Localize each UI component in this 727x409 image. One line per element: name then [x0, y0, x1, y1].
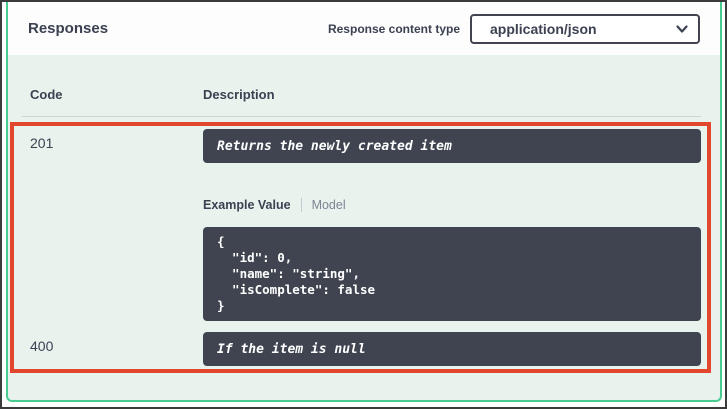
responses-rows: 201 Returns the newly created item Examp…	[22, 129, 701, 366]
responses-table-head: Code Description	[22, 55, 701, 117]
response-row-400: 400 If the item is null	[30, 332, 701, 366]
responses-title: Responses	[28, 20, 108, 37]
response-code-201: 201	[30, 129, 203, 321]
response-400-details: If the item is null	[203, 332, 701, 366]
responses-header: Responses Response content type applicat…	[8, 2, 720, 55]
responses-body: Code Description 201 Returns the newly c…	[8, 55, 720, 366]
response-code-400: 400	[30, 332, 203, 366]
tab-separator	[301, 198, 302, 212]
response-400-description-box: If the item is null	[203, 332, 701, 366]
responses-panel: Responses Response content type applicat…	[6, 2, 722, 402]
response-400-description: If the item is null	[217, 342, 366, 357]
code-column-header: Code	[30, 87, 203, 102]
example-json: { "id": 0, "name": "string", "isComplete…	[217, 234, 687, 314]
tab-model[interactable]: Model	[312, 198, 346, 212]
swagger-responses-screenshot: Responses Response content type applicat…	[0, 0, 727, 409]
tab-example-value[interactable]: Example Value	[203, 198, 291, 212]
response-201-details: Returns the newly created item Example V…	[203, 129, 701, 321]
response-row-201: 201 Returns the newly created item Examp…	[30, 129, 701, 321]
response-content-type-label: Response content type	[328, 22, 460, 36]
example-model-tabs: Example Value Model	[203, 197, 701, 213]
content-type-select[interactable]: application/json	[470, 14, 700, 44]
response-content-type-group: Response content type application/json	[328, 14, 700, 44]
content-type-select-wrap: application/json	[470, 14, 700, 44]
response-201-description: Returns the newly created item	[217, 139, 452, 154]
response-201-description-box: Returns the newly created item	[203, 129, 701, 163]
example-value-code-block: { "id": 0, "name": "string", "isComplete…	[203, 227, 701, 321]
description-column-header: Description	[203, 87, 701, 102]
